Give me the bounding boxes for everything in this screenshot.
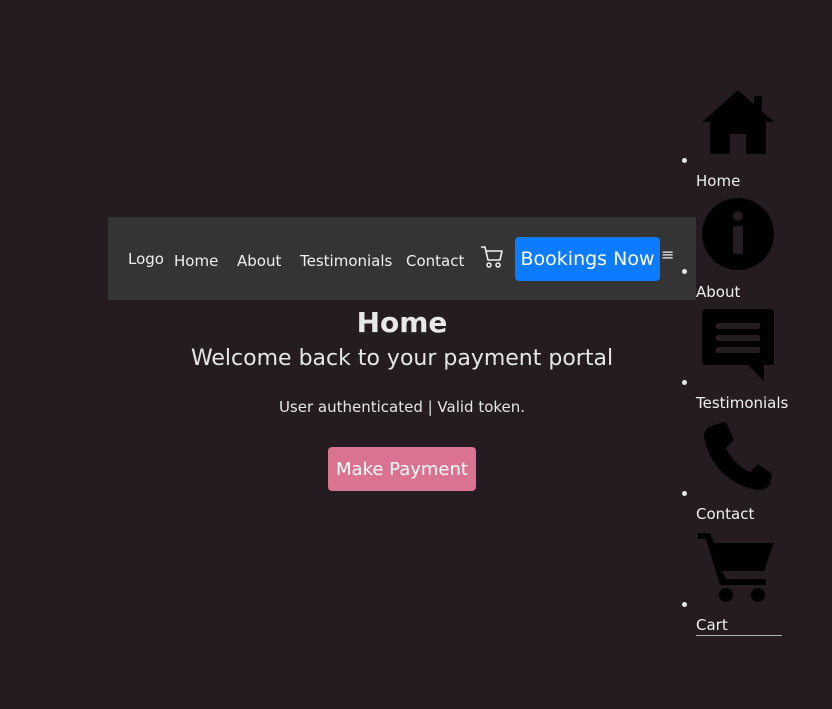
side-item-contact[interactable]: Contact [682, 420, 802, 525]
page: Logo Home About Testimonials Contact Boo… [0, 0, 832, 709]
logo[interactable]: Logo [128, 250, 164, 268]
list-bullet [682, 158, 687, 163]
side-item-label: Contact [696, 505, 755, 523]
list-bullet [682, 380, 687, 385]
hamburger-menu-icon[interactable]: ≡ [661, 245, 674, 264]
make-payment-button[interactable]: Make Payment [328, 447, 476, 491]
side-item-cart[interactable]: Cart [682, 531, 802, 636]
page-title: Home [356, 306, 448, 339]
navbar: Logo Home About Testimonials Contact Boo… [108, 217, 696, 300]
cart-underline [696, 635, 782, 636]
side-item-home[interactable]: Home [682, 88, 802, 192]
nav-link-about[interactable]: About [237, 252, 281, 270]
bookings-now-button[interactable]: Bookings Now [515, 237, 660, 281]
page-subtitle: Welcome back to your payment portal [190, 346, 614, 371]
side-item-label: Cart [696, 616, 728, 634]
side-item-testimonials[interactable]: Testimonials [682, 309, 802, 414]
list-bullet [682, 269, 687, 274]
side-item-label: Testimonials [696, 394, 789, 412]
side-item-about[interactable]: About [682, 198, 802, 303]
phone-icon [704, 422, 772, 490]
message-icon [702, 309, 774, 381]
nav-link-home[interactable]: Home [174, 252, 218, 270]
cart-outline-icon[interactable] [479, 244, 505, 270]
home-icon [702, 90, 774, 154]
list-bullet [682, 602, 687, 607]
side-item-label: Home [696, 172, 741, 190]
side-item-label: About [696, 283, 741, 301]
list-bullet [682, 491, 687, 496]
auth-status-text: User authenticated | Valid token. [278, 398, 526, 416]
nav-link-contact[interactable]: Contact [406, 252, 464, 270]
info-icon [702, 198, 774, 270]
cart-icon [698, 533, 774, 602]
nav-link-testimonials[interactable]: Testimonials [300, 252, 392, 270]
